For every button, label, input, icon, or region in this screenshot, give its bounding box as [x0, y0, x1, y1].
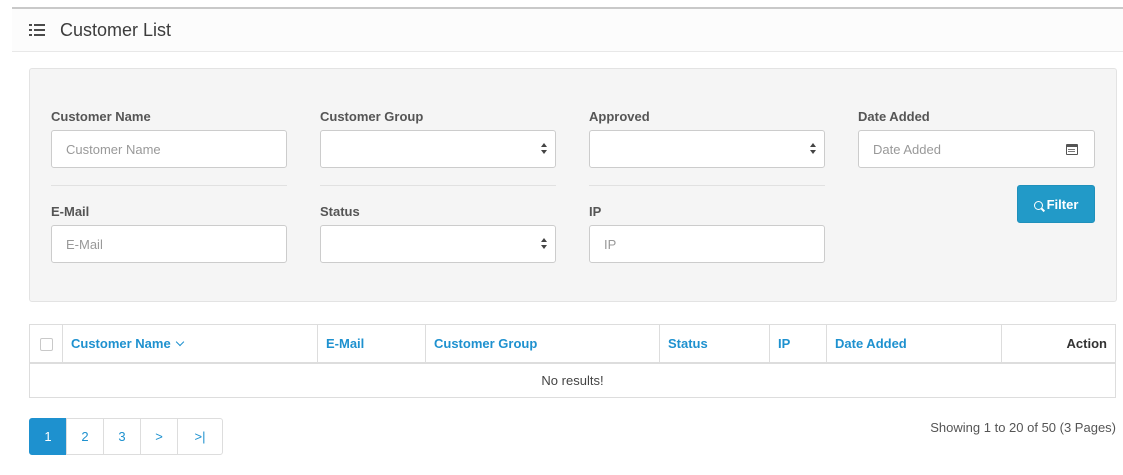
column-label: Customer Group [434, 335, 538, 351]
email-label: E-Mail [51, 204, 90, 219]
calendar-button[interactable] [1051, 130, 1095, 168]
ip-input[interactable] [589, 225, 825, 263]
page-link-last[interactable]: >| [177, 418, 223, 455]
column-header-email[interactable]: E-Mail [317, 324, 426, 364]
page-link-next[interactable]: > [140, 418, 178, 455]
customer-group-label: Customer Group [320, 109, 424, 124]
customer-name-label: Customer Name [51, 109, 151, 124]
column-label: Date Added [835, 335, 907, 351]
ip-label: IP [589, 204, 602, 219]
page-link-2[interactable]: 2 [66, 418, 104, 455]
column-label: IP [778, 335, 791, 351]
column-header-customer-name[interactable]: Customer Name [62, 324, 318, 364]
status-label: Status [320, 204, 360, 219]
column-label: E-Mail [326, 335, 365, 351]
page-link-3[interactable]: 3 [103, 418, 141, 455]
pagination-summary: Showing 1 to 20 of 50 (3 Pages) [930, 420, 1116, 435]
column-label: Status [668, 335, 708, 351]
customer-group-select[interactable] [320, 130, 556, 168]
filter-button[interactable]: Filter [1017, 185, 1095, 223]
select-arrows-icon [541, 238, 547, 250]
select-all-cell [29, 324, 63, 364]
page-link-1[interactable]: 1 [29, 418, 67, 455]
pagination: 1 2 3 > >| [29, 418, 223, 455]
column-header-customer-group[interactable]: Customer Group [425, 324, 660, 364]
date-added-input[interactable] [858, 130, 1052, 168]
select-arrows-icon [541, 143, 547, 155]
customer-table: Customer Name E-Mail Customer Group Stat… [29, 324, 1116, 398]
column-label: Action [1066, 335, 1107, 351]
page-title: Customer List [60, 20, 172, 40]
filter-button-label: Filter [1046, 196, 1079, 212]
select-all-checkbox[interactable] [39, 337, 53, 351]
column-header-status[interactable]: Status [659, 324, 770, 364]
column-label: Customer Name [71, 335, 171, 351]
calendar-icon [1066, 144, 1078, 155]
panel-heading: Customer List [12, 9, 1123, 52]
list-icon [29, 24, 45, 36]
approved-select[interactable] [589, 130, 825, 168]
date-added-label: Date Added [858, 109, 930, 124]
chevron-down-icon [175, 337, 184, 346]
table-header-row: Customer Name E-Mail Customer Group Stat… [29, 324, 1116, 364]
status-select[interactable] [320, 225, 556, 263]
customer-name-input[interactable] [51, 130, 287, 168]
column-header-ip[interactable]: IP [769, 324, 827, 364]
email-input[interactable] [51, 225, 287, 263]
table-row: No results! [29, 362, 1116, 398]
column-header-action: Action [1001, 324, 1116, 364]
form-divider [51, 185, 287, 186]
form-divider [589, 185, 825, 186]
search-icon [1033, 200, 1043, 210]
select-arrows-icon [810, 143, 816, 155]
form-divider [320, 185, 556, 186]
column-header-date-added[interactable]: Date Added [826, 324, 1002, 364]
approved-label: Approved [589, 109, 650, 124]
empty-message: No results! [29, 362, 1116, 398]
